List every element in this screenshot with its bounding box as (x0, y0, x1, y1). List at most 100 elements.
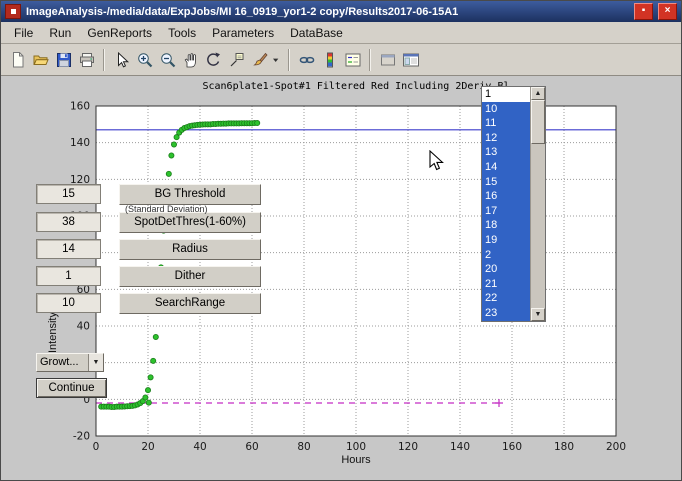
listbox-item[interactable]: 15 (482, 175, 530, 190)
zoom-in-icon (136, 51, 154, 69)
toolbar-separator (369, 49, 371, 71)
listbox-item[interactable]: 23 (482, 306, 530, 321)
listbox-item[interactable]: 10 (482, 102, 530, 117)
svg-text:140: 140 (450, 441, 470, 453)
spot-listbox-items: 110111213141516171819220212223 (482, 87, 530, 321)
link-plot-button[interactable] (295, 48, 318, 72)
menu-genreports[interactable]: GenReports (79, 23, 160, 43)
svg-text:160: 160 (502, 441, 522, 453)
bg-threshold-note: (Standard Deviation) (125, 204, 208, 214)
zoom-out-button[interactable] (156, 48, 179, 72)
save-button[interactable] (52, 48, 75, 72)
menu-parameters[interactable]: Parameters (204, 23, 282, 43)
menu-database[interactable]: DataBase (282, 23, 351, 43)
y-axis-label: Intensity (47, 312, 59, 353)
svg-text:-20: -20 (73, 431, 90, 443)
window-title: ImageAnalysis-/media/data/ExpJobs/MI 16_… (26, 6, 629, 18)
spot-listbox[interactable]: 110111213141516171819220212223 ▲ ▼ (481, 86, 546, 322)
brush-icon (251, 51, 269, 69)
hide-plot-tools-button[interactable] (376, 48, 399, 72)
toolbar (1, 44, 681, 76)
searchrange-button[interactable]: SearchRange (119, 293, 261, 314)
new-file-icon (9, 51, 27, 69)
zoom-in-button[interactable] (133, 48, 156, 72)
toolbar-separator (103, 49, 105, 71)
scroll-up-icon[interactable]: ▲ (531, 87, 545, 100)
insert-legend-icon (344, 51, 362, 69)
menu-tools[interactable]: Tools (160, 23, 204, 43)
scroll-down-icon[interactable]: ▼ (531, 308, 545, 321)
radius-input[interactable]: 14 (36, 239, 101, 259)
window-menu-icon[interactable] (5, 4, 21, 19)
svg-text:100: 100 (346, 441, 366, 453)
edit-plot-icon (113, 51, 131, 69)
minimize-button[interactable]: ▪ (634, 3, 653, 20)
brush-dropdown-icon (271, 51, 283, 69)
menu-run[interactable]: Run (41, 23, 79, 43)
scrollbar-thumb[interactable] (531, 100, 545, 144)
data-cursor-button[interactable] (225, 48, 248, 72)
menu-bar: FileRunGenReportsToolsParametersDataBase (1, 22, 681, 44)
open-folder-button[interactable] (29, 48, 52, 72)
menu-file[interactable]: File (6, 23, 41, 43)
growth-mode-value: Growt... (37, 354, 88, 371)
brush-button[interactable] (248, 48, 271, 72)
print-button[interactable] (75, 48, 98, 72)
listbox-item[interactable]: 17 (482, 204, 530, 219)
hide-plot-tools-icon (379, 51, 397, 69)
svg-text:40: 40 (77, 321, 90, 333)
svg-text:40: 40 (193, 441, 206, 453)
show-plot-tools-icon (402, 51, 420, 69)
continue-button[interactable]: Continue (36, 378, 107, 398)
listbox-item[interactable]: 1 (482, 87, 530, 102)
rotate-3d-button[interactable] (202, 48, 225, 72)
new-file-button[interactable] (6, 48, 29, 72)
listbox-scrollbar[interactable]: ▲ ▼ (530, 87, 545, 321)
dither-input[interactable]: 1 (36, 266, 101, 286)
dropdown-arrow-icon: ▼ (88, 354, 103, 371)
pan-button[interactable] (179, 48, 202, 72)
searchrange-input[interactable]: 10 (36, 293, 101, 313)
close-button[interactable]: × (658, 3, 677, 20)
listbox-item[interactable]: 14 (482, 160, 530, 175)
brush-dropdown-button[interactable] (271, 48, 283, 72)
listbox-item[interactable]: 22 (482, 291, 530, 306)
title-bar: ImageAnalysis-/media/data/ExpJobs/MI 16_… (1, 1, 681, 22)
listbox-item[interactable]: 11 (482, 116, 530, 131)
listbox-item[interactable]: 13 (482, 145, 530, 160)
dither-button[interactable]: Dither (119, 266, 261, 287)
x-axis-label: Hours (96, 454, 616, 466)
radius-button[interactable]: Radius (119, 239, 261, 260)
toolbar-separator (288, 49, 290, 71)
svg-text:200: 200 (606, 441, 626, 453)
bg-threshold-input[interactable]: 15 (36, 184, 101, 204)
listbox-item[interactable]: 2 (482, 248, 530, 263)
print-icon (78, 51, 96, 69)
link-plot-icon (298, 51, 316, 69)
listbox-item[interactable]: 16 (482, 189, 530, 204)
svg-text:160: 160 (70, 101, 90, 113)
spotdetthres-input[interactable]: 38 (36, 212, 101, 232)
insert-legend-button[interactable] (341, 48, 364, 72)
insert-colorbar-button[interactable] (318, 48, 341, 72)
bg-threshold-button[interactable]: BG Threshold (119, 184, 261, 205)
svg-text:20: 20 (141, 441, 154, 453)
pan-icon (182, 51, 200, 69)
listbox-item[interactable]: 12 (482, 131, 530, 146)
insert-colorbar-icon (321, 51, 339, 69)
svg-text:140: 140 (70, 137, 90, 149)
rotate-3d-icon (205, 51, 223, 69)
show-plot-tools-button[interactable] (399, 48, 422, 72)
edit-plot-button[interactable] (110, 48, 133, 72)
listbox-item[interactable]: 19 (482, 233, 530, 248)
listbox-item[interactable]: 21 (482, 277, 530, 292)
save-icon (55, 51, 73, 69)
svg-text:0: 0 (93, 441, 100, 453)
listbox-item[interactable]: 20 (482, 262, 530, 277)
svg-text:180: 180 (554, 441, 574, 453)
spotdetthres-button[interactable]: SpotDetThres(1-60%) (119, 212, 261, 233)
listbox-item[interactable]: 18 (482, 218, 530, 233)
growth-mode-select[interactable]: Growt... ▼ (36, 353, 104, 372)
app-window: ImageAnalysis-/media/data/ExpJobs/MI 16_… (0, 0, 682, 481)
open-folder-icon (32, 51, 50, 69)
